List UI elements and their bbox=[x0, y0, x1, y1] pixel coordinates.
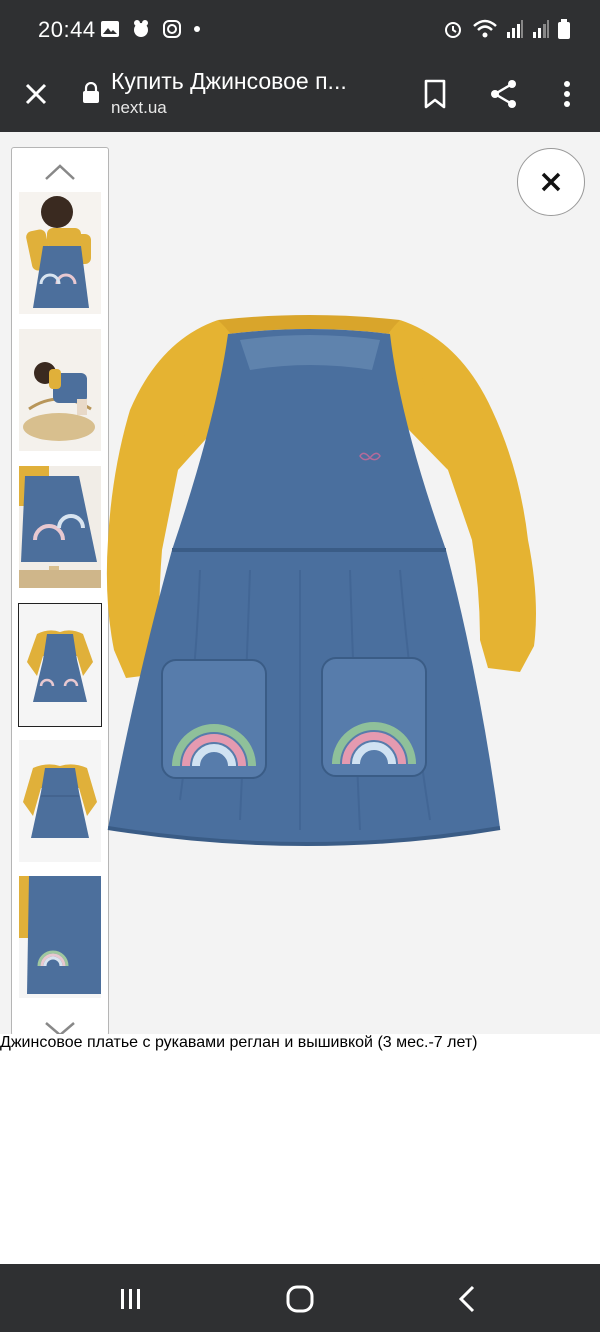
status-time: 20:44 bbox=[38, 17, 96, 42]
scroll-up-chevron-icon[interactable] bbox=[44, 162, 76, 182]
gallery-thumbnail-3[interactable] bbox=[19, 466, 101, 588]
instagram-icon bbox=[163, 20, 181, 38]
app-notification-icon bbox=[134, 20, 148, 37]
status-bar: 20:44 bbox=[0, 0, 600, 60]
gallery-notification-icon bbox=[101, 21, 119, 37]
gallery-thumbnail-1[interactable] bbox=[19, 192, 101, 314]
thumbnail-strip bbox=[11, 147, 109, 1036]
signal-2-icon bbox=[533, 20, 549, 38]
wifi-icon bbox=[473, 19, 497, 38]
scroll-down-chevron-icon[interactable] bbox=[44, 1021, 76, 1035]
alarm-icon bbox=[445, 22, 461, 38]
battery-icon bbox=[558, 19, 570, 39]
product-title: Джинсовое платье с рукавами реглан и выш… bbox=[0, 1034, 478, 1051]
gallery-thumbnail-4[interactable] bbox=[18, 603, 102, 727]
notification-icons bbox=[100, 18, 202, 40]
gallery-thumbnail-5[interactable] bbox=[19, 740, 101, 862]
page-title[interactable]: Купить Джинсовое п... bbox=[111, 68, 401, 95]
back-icon[interactable] bbox=[455, 1284, 479, 1314]
system-icons bbox=[442, 18, 570, 40]
url-host[interactable]: next.ua bbox=[111, 98, 167, 118]
product-description-panel bbox=[0, 1034, 600, 1264]
share-icon[interactable] bbox=[486, 76, 522, 112]
android-nav-bar bbox=[0, 1264, 600, 1332]
browser-toolbar: Купить Джинсовое п... next.ua bbox=[0, 60, 600, 132]
signal-1-icon bbox=[507, 20, 523, 38]
close-icon bbox=[541, 172, 561, 192]
lock-icon[interactable] bbox=[82, 82, 100, 104]
close-gallery-button[interactable] bbox=[517, 148, 585, 216]
product-main-image[interactable] bbox=[100, 300, 540, 870]
more-notifications-dot-icon bbox=[194, 26, 200, 32]
recent-apps-icon[interactable] bbox=[118, 1286, 144, 1312]
close-tab-icon[interactable] bbox=[20, 78, 52, 110]
gallery-thumbnail-2[interactable] bbox=[19, 329, 101, 451]
bookmark-icon[interactable] bbox=[417, 76, 453, 112]
more-options-icon[interactable] bbox=[549, 76, 585, 112]
home-icon[interactable] bbox=[285, 1284, 315, 1314]
gallery-thumbnail-6[interactable] bbox=[19, 876, 101, 998]
